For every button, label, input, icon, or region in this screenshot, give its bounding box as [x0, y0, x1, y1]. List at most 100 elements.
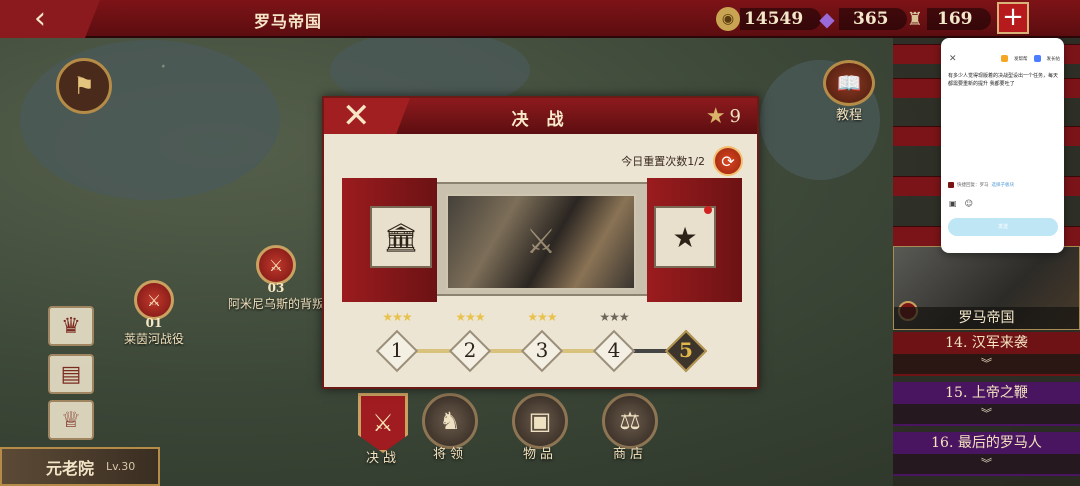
chapter-title: 14. 汉军来袭 [945, 335, 1028, 351]
source-link[interactable]: 选择子板块 [992, 182, 1015, 188]
troops-icon: ♜ [906, 8, 924, 30]
top-bar: ‹ 罗马帝国 ◉ 14549 ◆ 365 ♜ 169 + [0, 0, 1080, 38]
book-icon: 📖 [823, 60, 875, 106]
reset-count-text: 今日重置次数1/2 [621, 155, 705, 168]
battle-stage: 🏛 ⚔ ★ [342, 178, 742, 302]
level-2-stars: ★★★ [455, 310, 485, 324]
shield-sword-icon: ⚔ [358, 393, 408, 453]
chat-source: 快捷回复：罗马 选择子板块 [948, 182, 1014, 188]
send-button[interactable]: 发送 [948, 218, 1058, 236]
level-4-node[interactable]: 4 [592, 329, 636, 373]
level-2-node[interactable]: 2 [448, 329, 492, 373]
chapter-item[interactable]: 15. 上帝之鞭 ︾ [893, 382, 1080, 426]
senate-label: 元老院 [46, 458, 95, 478]
level-number: 4 [607, 338, 621, 362]
gem-value: 365 [839, 8, 907, 30]
star-count: 9 [729, 106, 741, 127]
scales-icon: ⚖ [602, 393, 658, 449]
chest-icon: ▤ [60, 361, 82, 387]
orange-tab-icon [1001, 55, 1008, 62]
troops-value: 169 [927, 8, 991, 30]
reset-button[interactable]: ⟳ [713, 146, 743, 176]
level-1-stars: ★★★ [382, 310, 412, 324]
level-1-node[interactable]: 1 [375, 329, 419, 373]
selected-chapter-label: 罗马帝国 [894, 307, 1079, 329]
troops-counter: ♜ 169 [903, 6, 991, 32]
back-button[interactable]: ‹ [0, 0, 100, 38]
level-number: 2 [463, 338, 477, 362]
temple-target-button[interactable]: 🏛 [370, 206, 432, 268]
helmet-icon: ♞ [422, 393, 478, 449]
dialog-title: 决 战 [511, 110, 570, 130]
crossed-swords-icon: ⚔ [256, 245, 296, 285]
banner-icon: ⚑ [73, 72, 95, 100]
chapter-title: 16. 最后的罗马人 [931, 435, 1042, 451]
level-number: 3 [535, 338, 549, 362]
chapter-title: 15. 上帝之鞭 [945, 385, 1028, 401]
battle-dialog: ✕ 决 战 ★ 9 今日重置次数1/2 ⟳ 🏛 ⚔ ★ ★★★ 1 ★★★ 2 … [322, 96, 759, 389]
nav-label: 商店 [612, 447, 647, 462]
level-3-stars: ★★★ [527, 310, 557, 324]
chest-button[interactable]: ▤ [48, 354, 94, 394]
tutorial-label: 教程 [835, 108, 862, 123]
gem-counter: ◆ 365 [815, 6, 907, 32]
nav-shop[interactable]: ⚖ 商店 [602, 393, 658, 462]
marker-label: 阿米尼乌斯的背叛 [227, 297, 324, 311]
banner-button[interactable]: ⚑ [56, 58, 112, 114]
refresh-icon: ⟳ [721, 151, 735, 171]
chest-star-icon: ★ [672, 220, 698, 254]
coin-icon: ◉ [716, 7, 740, 31]
chat-message[interactable]: 有多少人觉得现版着的决战型设出一个任务，每天都需要重新的提升 我都要吐了 [948, 72, 1058, 88]
level-3-node[interactable]: 3 [520, 329, 564, 373]
marker-number: 03 [267, 281, 285, 295]
chat-close-icon[interactable]: ✕ [949, 54, 957, 64]
chat-tabs: 发帮帮 发长帖 [1001, 55, 1060, 62]
star-total: ★ 9 [706, 104, 741, 129]
marker-number: 01 [145, 316, 163, 330]
level-5-node[interactable]: 5 [664, 329, 708, 373]
level-4-stars: ★★★ [599, 310, 629, 324]
chapter-item[interactable]: 16. 最后的罗马人 ︾ [893, 432, 1080, 476]
crown-button[interactable]: ♛ [48, 306, 94, 346]
nav-generals[interactable]: ♞ 将领 [422, 393, 478, 462]
coin-counter: ◉ 14549 [716, 6, 822, 32]
notification-dot [704, 206, 712, 214]
chapter-item[interactable]: 14. 汉军来袭 ︾ [893, 332, 1080, 376]
reward-chest-button[interactable]: ★ [654, 206, 716, 268]
sea-area [20, 40, 280, 200]
chest-icon: ▣ [512, 393, 568, 449]
senate-button[interactable]: 元老院 Lv.30 [0, 447, 160, 486]
source-label: 快捷回复：罗马 [957, 183, 989, 188]
dialog-header: ✕ 决 战 ★ 9 [324, 98, 757, 134]
marker-label: 莱茵河战役 [123, 332, 184, 346]
chat-tab-2[interactable]: 发长帖 [1047, 56, 1061, 62]
trophy-icon: ♕ [61, 407, 81, 433]
chat-panel: ✕ 发帮帮 发长帖 有多少人觉得现版着的决战型设出一个任务，每天都需要重新的提升… [941, 38, 1064, 253]
selected-chapter[interactable]: 罗马帝国 [893, 246, 1080, 330]
trophy-button[interactable]: ♕ [48, 400, 94, 440]
star-icon: ★ [705, 104, 726, 129]
chat-tools: ▣ ☺ [949, 199, 973, 208]
nav-battle[interactable]: ⚔ 决战 [358, 393, 408, 466]
senate-level: Lv.30 [106, 460, 136, 473]
battle-marker-03[interactable]: ⚔ 03 阿米尼乌斯的背叛 [226, 245, 326, 312]
chevron-down-icon: ︾ [893, 454, 1080, 474]
image-icon[interactable]: ▣ [949, 199, 957, 208]
add-resource-button[interactable]: + [997, 2, 1029, 34]
reset-row: 今日重置次数1/2 ⟳ [621, 146, 743, 176]
chevron-down-icon: ︾ [893, 404, 1080, 424]
battle-painting: ⚔ [446, 194, 636, 290]
crown-icon: ♛ [61, 313, 81, 339]
chat-tab-1[interactable]: 发帮帮 [1014, 56, 1028, 62]
emoji-icon[interactable]: ☺ [965, 199, 973, 208]
battle-scene-icon: ⚔ [525, 222, 557, 262]
gem-icon: ◆ [819, 7, 835, 31]
nav-items[interactable]: ▣ 物品 [512, 393, 568, 462]
nav-label: 物品 [522, 447, 557, 462]
coin-value: 14549 [740, 8, 822, 30]
nav-label: 将领 [432, 447, 467, 462]
level-number: 1 [390, 338, 404, 362]
battle-marker-01[interactable]: ⚔ 01 莱茵河战役 [104, 280, 204, 347]
tutorial-button[interactable]: 📖 教程 [823, 60, 875, 123]
back-arrow-icon: ‹ [34, 1, 46, 36]
